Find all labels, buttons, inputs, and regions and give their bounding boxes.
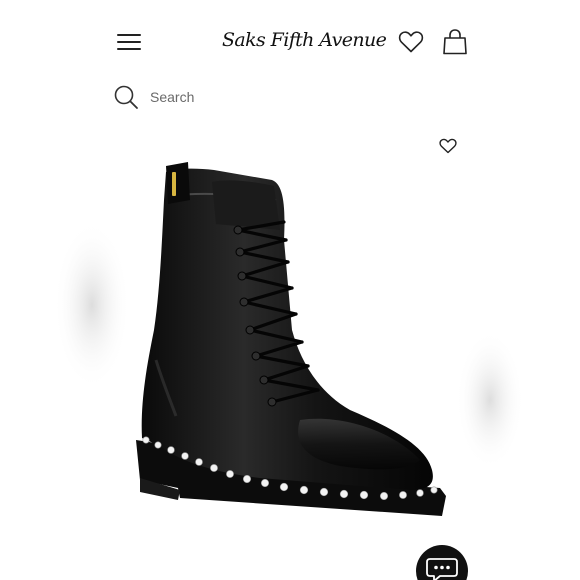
chat-bubble-icon <box>426 558 458 580</box>
header: Saks Fifth Avenue <box>0 0 580 80</box>
product-page: Saks Fifth Avenue <box>0 0 580 580</box>
shopping-bag-icon[interactable] <box>441 28 469 56</box>
product-image[interactable] <box>0 130 580 580</box>
boot-illustration <box>54 162 524 516</box>
wishlist-heart-icon[interactable] <box>398 30 424 54</box>
hamburger-menu-icon[interactable] <box>114 28 144 54</box>
site-logo[interactable]: Saks Fifth Avenue <box>222 26 387 54</box>
logo-text: Saks Fifth Avenue <box>222 29 387 51</box>
chat-button[interactable] <box>416 545 468 580</box>
search-icon[interactable] <box>112 83 140 111</box>
search-input[interactable] <box>150 86 450 108</box>
favorite-heart-icon[interactable] <box>439 138 457 154</box>
search-bar[interactable] <box>108 80 468 116</box>
